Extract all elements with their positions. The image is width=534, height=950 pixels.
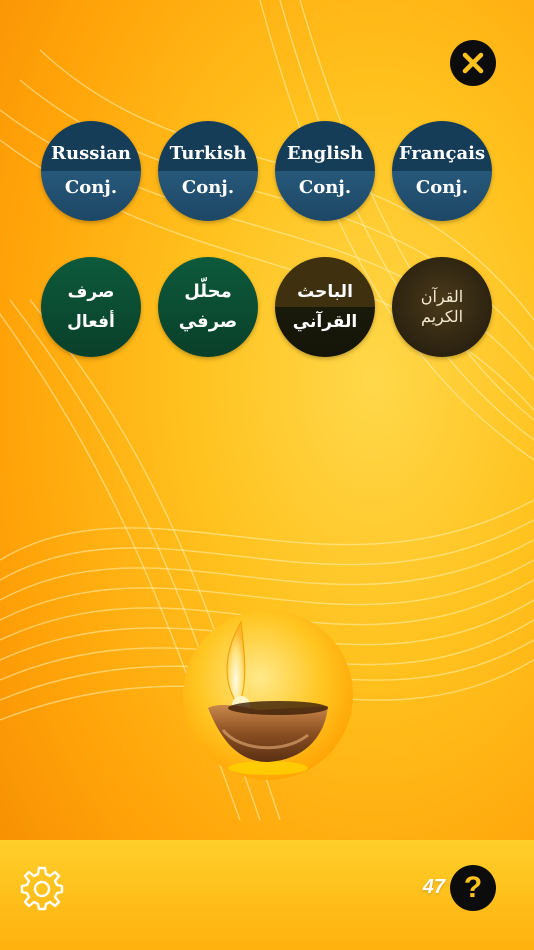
- morph-analyzer-button[interactable]: محلّل صرفي: [158, 257, 258, 357]
- gear-icon: [20, 866, 64, 911]
- settings-button[interactable]: [18, 864, 66, 912]
- quran-search-line2: القرآني: [292, 312, 358, 332]
- close-icon: [462, 52, 484, 74]
- counter-value: 47: [422, 876, 445, 898]
- turkish-conj-line2: Conj.: [181, 177, 235, 198]
- turkish-conj-button[interactable]: Turkish Conj.: [158, 121, 258, 221]
- verb-morphology-line1: صرف: [67, 282, 115, 302]
- turkish-conj-line1: Turkish: [169, 143, 247, 164]
- quran-button[interactable]: القرآن الكريم: [392, 257, 492, 357]
- french-conj-button[interactable]: Français Conj.: [392, 121, 492, 221]
- english-conj-line1: English: [286, 143, 364, 164]
- lamp-emblem: [183, 610, 353, 780]
- quran-search-line1: الباحث: [297, 282, 353, 302]
- oil-lamp-icon: [208, 620, 328, 775]
- french-conj-line1: Français: [398, 143, 486, 164]
- verb-morphology-button[interactable]: صرف أفعال: [41, 257, 141, 357]
- quran-search-button[interactable]: الباحث القرآني: [275, 257, 375, 357]
- english-conj-line2: Conj.: [298, 177, 352, 198]
- russian-conj-line1: Russian: [51, 143, 131, 164]
- quran-calligraphy: القرآن الكريم: [420, 287, 464, 326]
- verb-morphology-line2: أفعال: [67, 312, 115, 332]
- app-screen: Russian Conj. Turkish Conj. English Conj…: [0, 0, 534, 950]
- russian-conj-line2: Conj.: [64, 177, 118, 198]
- french-conj-line2: Conj.: [415, 177, 469, 198]
- english-conj-button[interactable]: English Conj.: [275, 121, 375, 221]
- help-button[interactable]: ?: [450, 865, 496, 911]
- question-icon: ?: [463, 871, 483, 904]
- close-button[interactable]: [450, 40, 496, 86]
- morph-analyzer-label: محلّل صرفي: [178, 281, 238, 332]
- russian-conj-button[interactable]: Russian Conj.: [41, 121, 141, 221]
